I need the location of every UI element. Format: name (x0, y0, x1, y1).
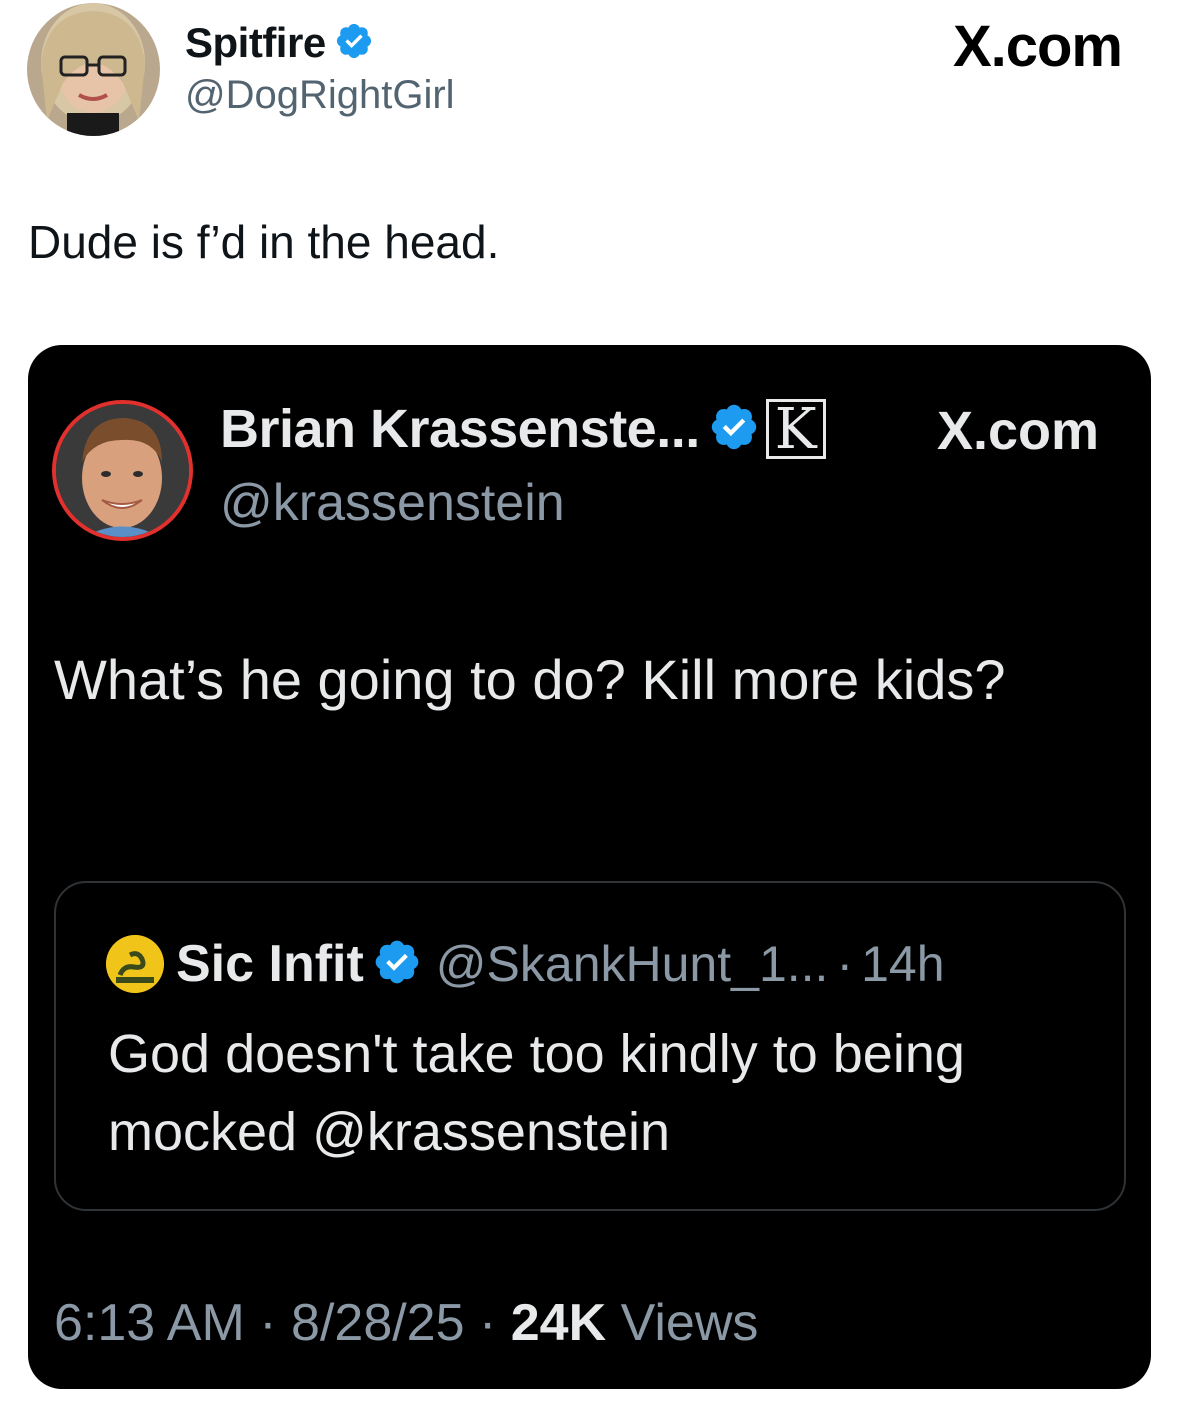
embedded-meta-row: 6:13 AM · 8/28/25 · 24K Views (54, 1293, 758, 1353)
outer-handle[interactable]: @DogRightGirl (185, 73, 455, 118)
embedded-time[interactable]: 6:13 AM (54, 1294, 245, 1352)
x-com-brand: X.com (936, 401, 1099, 461)
verified-badge-icon (334, 21, 374, 66)
embedded-date[interactable]: 8/28/25 (291, 1294, 465, 1352)
quoted-display-name[interactable]: Sic Infit (176, 934, 364, 994)
outer-tweet-header: Spitfire @DogRightGirl X.com (27, 3, 1152, 138)
x-com-brand: X.com (952, 14, 1123, 79)
embedded-tweet-card[interactable]: Brian Krassenste... K X.com @krassenstei… (28, 345, 1151, 1389)
views-count: 24K (510, 1294, 607, 1352)
spitfire-avatar[interactable] (27, 3, 160, 136)
quoted-handle[interactable]: @SkankHunt_1... (436, 935, 829, 993)
quoted-timestamp[interactable]: 14h (861, 935, 944, 993)
embedded-name-row: Brian Krassenste... K (220, 397, 826, 461)
outer-display-name[interactable]: Spitfire (185, 19, 326, 67)
outer-tweet-text: Dude is f’d in the head. (28, 216, 500, 268)
gadsden-avatar-icon[interactable] (106, 935, 164, 993)
separator-dot: · (478, 1294, 497, 1352)
views-label: Views (620, 1294, 759, 1352)
verified-badge-icon (372, 937, 422, 992)
quoted-header: Sic Infit @SkankHunt_1... · 14h (106, 933, 945, 995)
verified-badge-icon (708, 401, 760, 458)
embedded-tweet-text: What’s he going to do? Kill more kids? (54, 648, 1006, 711)
separator-dot: · (259, 1294, 277, 1352)
k-badge-icon: K (765, 397, 826, 462)
quoted-tweet-text: God doesn't take too kindly to being moc… (108, 1024, 965, 1162)
quoted-tweet-card[interactable]: Sic Infit @SkankHunt_1... · 14h God does… (54, 881, 1126, 1211)
separator-dot: · (836, 936, 854, 992)
embedded-handle[interactable]: @krassenstein (220, 473, 565, 533)
krassenstein-avatar[interactable] (52, 400, 193, 541)
k-badge-letter: K (774, 397, 817, 462)
outer-name-row: Spitfire (185, 19, 374, 67)
embedded-display-name[interactable]: Brian Krassenste... (220, 398, 700, 460)
